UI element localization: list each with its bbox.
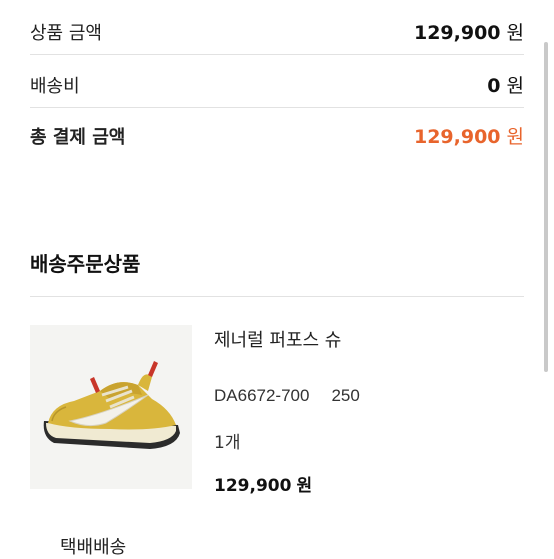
product-code-size: DA6672-700 250 [214,386,360,406]
product-amount-number: 129,900 [413,22,501,44]
total-label: 총 결제 금액 [30,126,126,148]
shipping-label: 배송비 [30,75,80,97]
sneaker-icon [43,361,180,449]
product-price-unit: 원 [296,476,313,496]
product-amount-unit: 원 [506,22,524,44]
shipping-number: 0 [487,75,501,97]
product-amount-row: 상품 금액 129,900 원 [30,18,524,45]
total-unit: 원 [506,126,524,148]
section-divider [30,296,524,297]
product-amount-label: 상품 금액 [30,22,102,44]
section-title: 배송주문상품 [30,252,141,276]
shipping-unit: 원 [506,75,524,97]
scrollbar[interactable] [544,42,548,372]
total-row: 총 결제 금액 129,900 원 [30,122,524,149]
product-price-number: 129,900 [214,476,292,496]
product-quantity: 1개 [214,433,241,453]
divider [30,54,524,55]
product-size: 250 [331,386,360,405]
divider [30,107,524,108]
product-image[interactable] [30,325,192,489]
delivery-method: 택배배송 [60,537,127,558]
total-number: 129,900 [413,126,501,148]
product-code: DA6672-700 [214,386,310,405]
product-amount-value: 129,900 원 [414,18,524,45]
product-price: 129,900 원 [214,471,312,496]
product-name[interactable]: 제너럴 퍼포스 슈 [214,326,341,352]
shipping-value: 0원 [487,71,524,98]
shipping-row: 배송비 0원 [30,71,524,98]
total-value: 129,900 원 [414,122,524,149]
